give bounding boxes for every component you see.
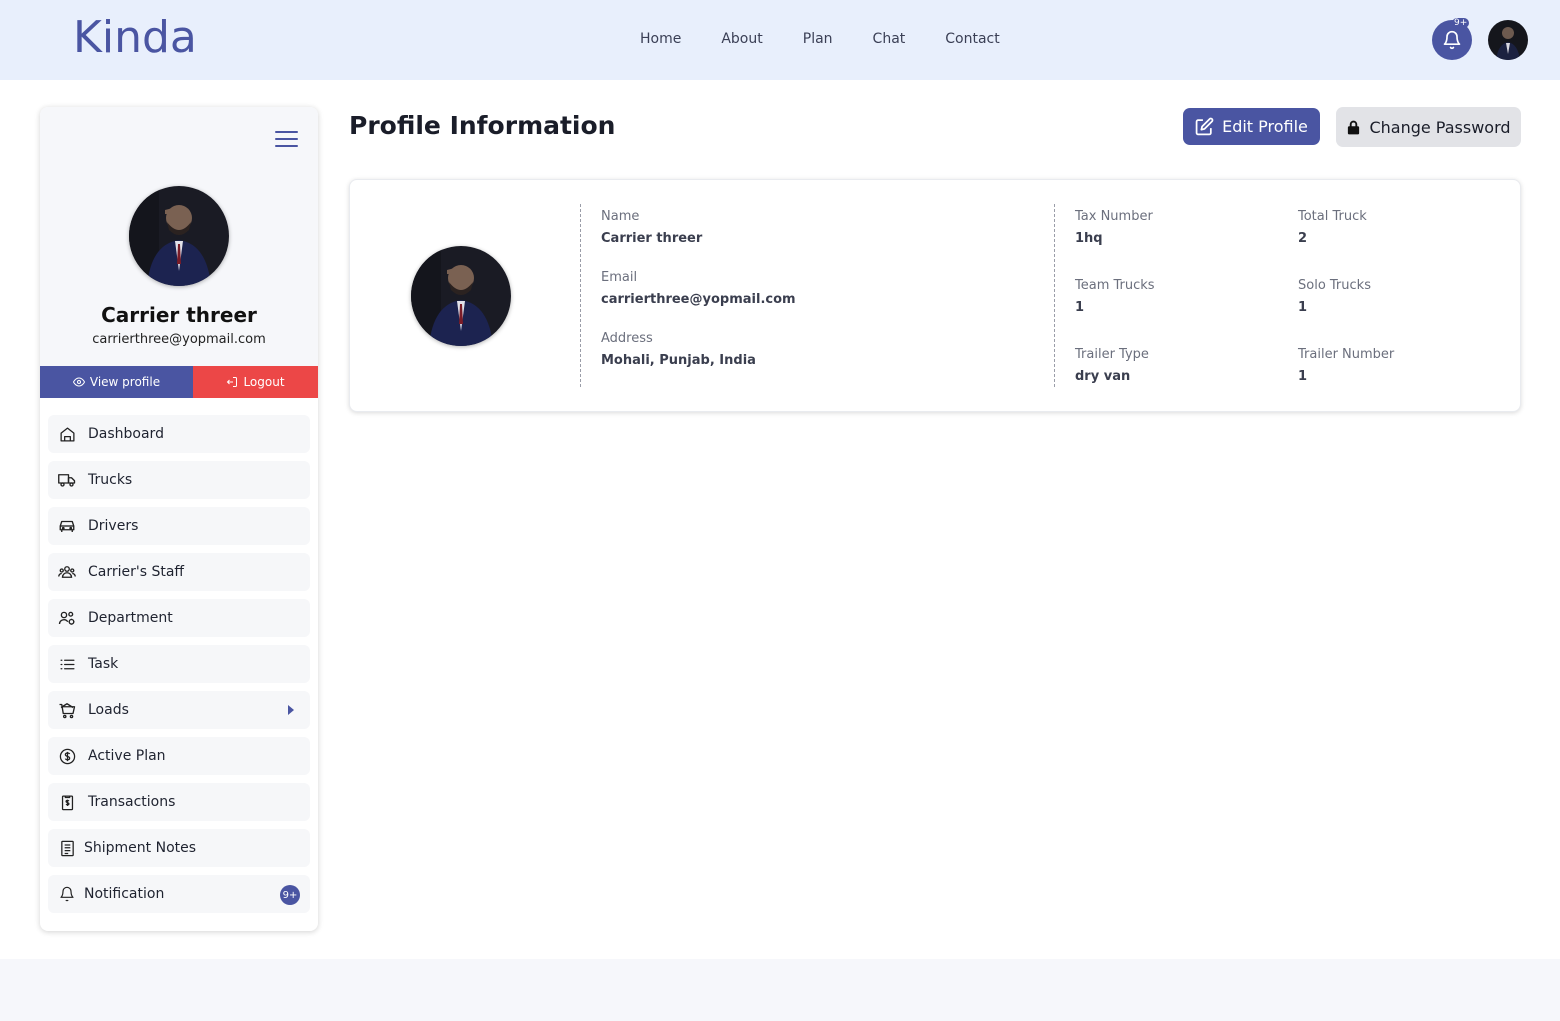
sidebar-item-transactions[interactable]: Transactions [48,783,310,821]
nav-home[interactable]: Home [640,31,681,47]
sidebar-menu: Dashboard Trucks Drivers Carrier's Staff… [48,415,310,921]
sidebar-item-label: Active Plan [88,748,166,764]
logo[interactable]: Kinda [73,12,197,63]
name-label: Name [601,209,640,224]
sidebar-user-email: carrierthree@yopmail.com [92,332,266,347]
top-header: Kinda Home About Plan Chat Contact 9+ [0,0,1560,80]
department-icon [58,609,76,627]
change-password-label: Change Password [1369,117,1511,137]
sidebar-item-label: Carrier's Staff [88,564,185,580]
sidebar-item-active-plan[interactable]: Active Plan [48,737,310,775]
view-profile-button[interactable]: View profile [40,366,193,398]
email-value: carrierthree@yopmail.com [601,292,796,307]
solo-trucks-label: Solo Trucks [1298,278,1371,293]
sidebar-item-loads[interactable]: Loads [48,691,310,729]
car-icon [58,517,76,535]
sidebar-item-label: Loads [88,702,129,718]
sidebar-item-label: Dashboard [88,426,164,442]
sidebar-user-name: Carrier threer [101,303,257,327]
team-trucks-label: Team Trucks [1075,278,1155,293]
bell-icon [58,885,76,903]
address-value: Mohali, Punjab, India [601,353,756,368]
sidebar-item-department[interactable]: Department [48,599,310,637]
notes-icon [58,839,76,857]
sidebar-item-label: Shipment Notes [84,840,197,856]
change-password-button[interactable]: Change Password [1336,107,1521,147]
trailer-number-label: Trailer Number [1298,347,1395,362]
total-truck-value: 2 [1298,231,1308,246]
sidebar-avatar [129,186,229,286]
notification-count-badge: 9+ [280,885,300,905]
sidebar-item-label: Trucks [88,472,133,488]
list-icon [58,655,76,673]
email-label: Email [601,270,638,285]
dollar-icon [58,747,76,765]
edit-icon [1195,117,1214,136]
notification-badge: 9+ [1452,18,1470,28]
bell-icon [1443,30,1461,50]
sidebar-item-notification[interactable]: Notification 9+ [48,875,310,913]
sidebar-item-label: Drivers [88,518,139,534]
edit-profile-button[interactable]: Edit Profile [1183,108,1320,145]
cart-icon [58,701,76,719]
truck-icon [58,471,76,489]
address-label: Address [601,331,653,346]
tax-number-value: 1hq [1075,231,1103,246]
lock-icon [1348,120,1360,134]
nav-about[interactable]: About [721,31,762,47]
logout-icon [227,377,238,387]
sidebar-item-dashboard[interactable]: Dashboard [48,415,310,453]
logout-label: Logout [243,375,285,389]
header-avatar[interactable] [1488,20,1528,60]
staff-icon [58,563,76,581]
footer [0,959,1560,1021]
eye-icon [72,377,85,387]
view-profile-label: View profile [89,375,161,389]
sidebar-item-label: Transactions [88,794,176,810]
sidebar-item-carriers-staff[interactable]: Carrier's Staff [48,553,310,591]
page-title: Profile Information [349,111,616,140]
total-truck-label: Total Truck [1298,209,1367,224]
sidebar-item-label: Department [88,610,173,626]
divider [580,204,581,387]
profile-avatar [411,246,511,346]
solo-trucks-value: 1 [1298,300,1308,315]
sidebar-item-label: Task [88,656,119,672]
home-icon [58,425,76,443]
profile-card: Name Carrier threer Email carrierthree@y… [349,179,1521,412]
hamburger-menu-icon[interactable] [275,131,299,149]
nav-chat[interactable]: Chat [873,31,906,47]
sidebar-item-shipment-notes[interactable]: Shipment Notes [48,829,310,867]
team-trucks-value: 1 [1075,300,1085,315]
sidebar-item-label: Notification [84,886,165,902]
divider [1054,204,1055,387]
nav-plan[interactable]: Plan [803,31,833,47]
sidebar-item-task[interactable]: Task [48,645,310,683]
receipt-icon [58,793,76,811]
name-value: Carrier threer [601,231,703,246]
sidebar-item-drivers[interactable]: Drivers [48,507,310,545]
nav-contact[interactable]: Contact [945,31,999,47]
sidebar-item-trucks[interactable]: Trucks [48,461,310,499]
logout-button[interactable]: Logout [193,366,318,398]
sidebar: Carrier threer carrierthree@yopmail.com … [40,107,318,931]
edit-profile-label: Edit Profile [1222,117,1308,136]
tax-number-label: Tax Number [1075,209,1153,224]
sidebar-profile-panel: Carrier threer carrierthree@yopmail.com [40,107,318,367]
trailer-type-label: Trailer Type [1075,347,1149,362]
expand-caret-icon[interactable] [288,705,294,715]
trailer-type-value: dry van [1075,369,1131,384]
main-nav: Home About Plan Chat Contact [640,31,1000,47]
trailer-number-value: 1 [1298,369,1308,384]
